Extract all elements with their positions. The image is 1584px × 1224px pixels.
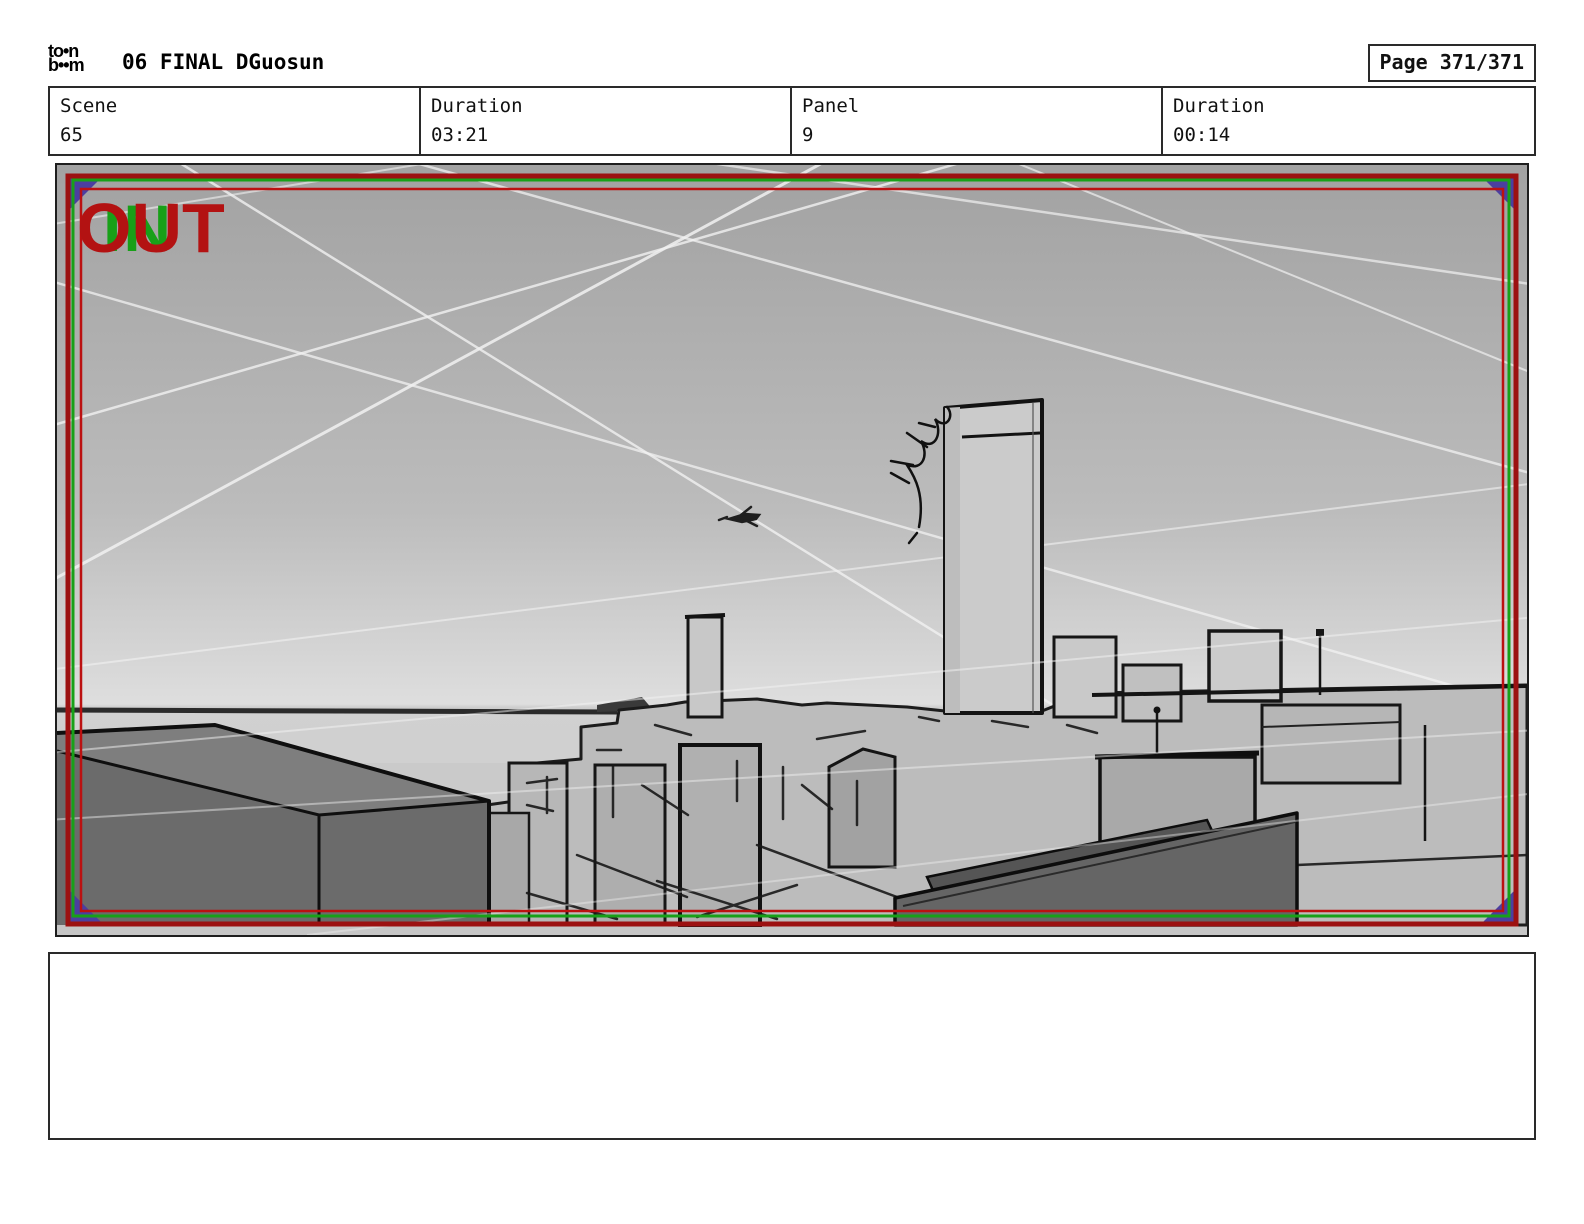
info-cell-scene: Scene 65 <box>50 88 421 154</box>
small-tower-cap <box>685 615 725 617</box>
storyboard-page: to•n b••m 06 FINAL DGuosun Page 371/371 … <box>0 0 1584 1224</box>
camera-out-marker: OUT <box>77 193 225 263</box>
scene-duration-label: Duration <box>431 92 780 121</box>
panel-info-table: Scene 65 Duration 03:21 Panel 9 Duration… <box>48 86 1536 156</box>
info-cell-panel-duration: Duration 00:14 <box>1163 88 1534 154</box>
horizon-line <box>57 710 617 712</box>
scene-value: 65 <box>60 121 409 150</box>
info-cell-panel: Panel 9 <box>792 88 1163 154</box>
building <box>1054 637 1116 717</box>
storyboard-panel: IN OUT <box>55 163 1529 937</box>
caption-box <box>48 952 1536 1140</box>
storyboard-drawing <box>57 165 1527 935</box>
small-tower <box>688 617 722 717</box>
building <box>1262 705 1400 783</box>
scene-label: Scene <box>60 92 409 121</box>
info-cell-scene-duration: Duration 03:21 <box>421 88 792 154</box>
building <box>829 749 895 867</box>
page-number-box: Page 371/371 <box>1368 44 1537 82</box>
scene-duration-value: 03:21 <box>431 121 780 150</box>
panel-duration-label: Duration <box>1173 92 1524 121</box>
antenna-knob <box>1316 629 1324 636</box>
toonboom-logo: to•n b••m <box>48 44 84 73</box>
building <box>489 813 529 925</box>
panel-value: 9 <box>802 121 1151 150</box>
project-title: 06 FINAL DGuosun <box>122 50 324 74</box>
panel-duration-value: 00:14 <box>1173 121 1524 150</box>
building-outlined <box>680 745 760 925</box>
toonboom-logo-line2: b••m <box>48 58 84 72</box>
panel-label: Panel <box>802 92 1151 121</box>
